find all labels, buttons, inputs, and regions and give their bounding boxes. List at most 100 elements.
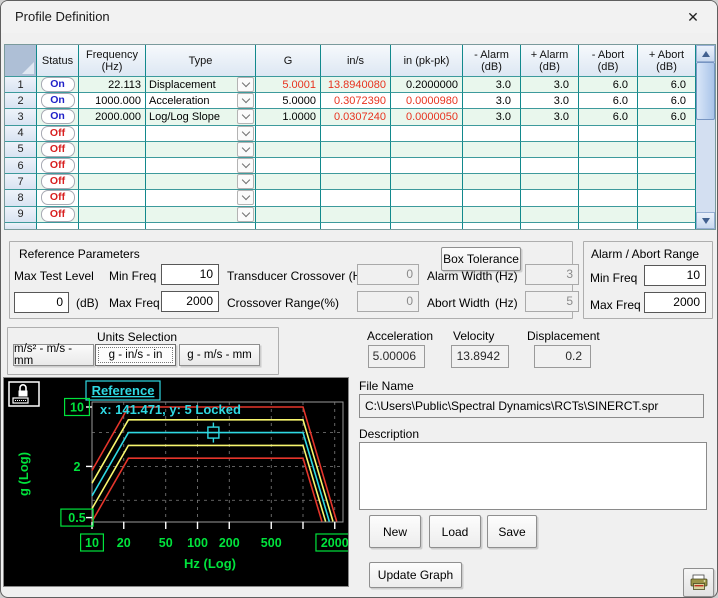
row-number-cell[interactable]: 5 [5, 142, 37, 158]
cell-minus-alarm[interactable]: 3.0 [463, 109, 521, 125]
row-number-cell[interactable]: 8 [5, 190, 37, 206]
cell-plus-alarm[interactable] [521, 142, 579, 158]
cell-in-s[interactable]: 0.3072390 [321, 93, 391, 109]
cell-in-s[interactable] [321, 126, 391, 142]
cell-in-s[interactable]: 0.0307240 [321, 109, 391, 125]
cell-in-pkpk[interactable]: 0.0000980 [391, 93, 463, 109]
type-dropdown-button[interactable] [237, 109, 254, 124]
cell-plus-alarm[interactable] [521, 174, 579, 190]
cell-plus-alarm[interactable] [521, 207, 579, 223]
cell-frequency[interactable] [79, 190, 146, 206]
cell-minus-alarm[interactable] [463, 126, 521, 142]
cell-in-s[interactable] [321, 190, 391, 206]
cell-in-s[interactable] [321, 158, 391, 174]
cell-in-pkpk[interactable] [391, 126, 463, 142]
cell-type[interactable] [146, 174, 256, 190]
cell-g[interactable] [256, 207, 321, 223]
cell-type[interactable] [146, 158, 256, 174]
row-number-cell[interactable]: 9 [5, 207, 37, 223]
scrollbar-thumb[interactable] [696, 62, 715, 120]
cell-plus-abort[interactable] [638, 190, 696, 206]
cell-g[interactable]: 5.0001 [256, 77, 321, 93]
max-test-level-field[interactable]: 0 [14, 292, 69, 313]
cell-plus-abort[interactable] [638, 126, 696, 142]
cell-in-pkpk[interactable] [391, 174, 463, 190]
row-number-cell[interactable]: 3 [5, 109, 37, 125]
scroll-up-button[interactable] [696, 45, 715, 62]
cell-type[interactable]: Log/Log Slope [146, 109, 256, 125]
cell-frequency[interactable] [79, 158, 146, 174]
cell-minus-abort[interactable]: 6.0 [579, 109, 638, 125]
status-toggle-button[interactable]: Off [41, 142, 75, 157]
type-dropdown-button[interactable] [237, 77, 254, 92]
cell-frequency[interactable]: 22.113 [79, 77, 146, 93]
cell-in-pkpk[interactable] [391, 207, 463, 223]
units-option-ms2[interactable]: m/s² - m/s - mm [13, 344, 94, 366]
cell-plus-abort[interactable]: 6.0 [638, 109, 696, 125]
cell-in-pkpk[interactable] [391, 142, 463, 158]
type-dropdown-button[interactable] [237, 190, 254, 205]
cell-minus-alarm[interactable] [463, 158, 521, 174]
cell-minus-abort[interactable] [579, 158, 638, 174]
type-dropdown-button[interactable] [237, 207, 254, 222]
cell-frequency[interactable]: 1000.000 [79, 93, 146, 109]
cell-g[interactable] [256, 174, 321, 190]
row-number-cell[interactable]: 6 [5, 158, 37, 174]
description-input[interactable] [359, 442, 707, 510]
print-button[interactable] [683, 568, 714, 597]
cell-plus-abort[interactable]: 6.0 [638, 93, 696, 109]
cell-minus-alarm[interactable] [463, 207, 521, 223]
cell-minus-abort[interactable] [579, 190, 638, 206]
cell-frequency[interactable] [79, 142, 146, 158]
cell-g[interactable] [256, 158, 321, 174]
cell-g[interactable] [256, 126, 321, 142]
units-option-g-in[interactable]: g - in/s - in [95, 344, 176, 366]
cell-in-pkpk[interactable] [391, 158, 463, 174]
row-number-cell[interactable]: 7 [5, 174, 37, 190]
cell-type[interactable]: Acceleration [146, 93, 256, 109]
type-dropdown-button[interactable] [237, 142, 254, 157]
row-number-cell[interactable]: 1 [5, 77, 37, 93]
cell-g[interactable]: 5.0000 [256, 93, 321, 109]
status-toggle-button[interactable]: Off [41, 207, 75, 222]
status-toggle-button[interactable]: On [41, 109, 75, 124]
cell-frequency[interactable] [79, 207, 146, 223]
save-button[interactable]: Save [487, 515, 537, 548]
cell-type[interactable] [146, 142, 256, 158]
type-dropdown-button[interactable] [237, 158, 254, 173]
cell-plus-abort[interactable] [638, 207, 696, 223]
min-freq-field[interactable]: 10 [161, 264, 219, 285]
aar-min-freq-field[interactable]: 10 [644, 265, 706, 286]
cell-plus-alarm[interactable] [521, 190, 579, 206]
new-button[interactable]: New [369, 515, 421, 548]
cell-minus-alarm[interactable] [463, 174, 521, 190]
cell-g[interactable] [256, 142, 321, 158]
cell-minus-alarm[interactable] [463, 190, 521, 206]
status-toggle-button[interactable]: Off [41, 190, 75, 205]
type-dropdown-button[interactable] [237, 93, 254, 108]
cell-minus-abort[interactable] [579, 126, 638, 142]
cell-minus-abort[interactable]: 6.0 [579, 93, 638, 109]
cell-plus-alarm[interactable]: 3.0 [521, 93, 579, 109]
close-button[interactable]: ✕ [679, 6, 707, 28]
cell-plus-alarm[interactable] [521, 126, 579, 142]
max-freq-field[interactable]: 2000 [161, 291, 219, 312]
row-number-cell[interactable]: 2 [5, 93, 37, 109]
units-option-g-m[interactable]: g - m/s - mm [179, 344, 260, 366]
cell-in-pkpk[interactable]: 0.0000050 [391, 109, 463, 125]
cell-minus-abort[interactable] [579, 142, 638, 158]
keyboard-lock-button[interactable] [8, 381, 40, 407]
cell-frequency[interactable] [79, 126, 146, 142]
cell-in-pkpk[interactable] [391, 190, 463, 206]
cell-minus-abort[interactable] [579, 174, 638, 190]
cell-minus-alarm[interactable]: 3.0 [463, 77, 521, 93]
cell-g[interactable] [256, 190, 321, 206]
type-dropdown-button[interactable] [237, 174, 254, 189]
cell-in-s[interactable]: 13.8940080 [321, 77, 391, 93]
status-toggle-button[interactable]: On [41, 77, 75, 92]
cell-plus-abort[interactable] [638, 174, 696, 190]
status-toggle-button[interactable]: Off [41, 158, 75, 173]
cell-plus-alarm[interactable]: 3.0 [521, 77, 579, 93]
cell-minus-abort[interactable] [579, 207, 638, 223]
cell-in-s[interactable] [321, 174, 391, 190]
